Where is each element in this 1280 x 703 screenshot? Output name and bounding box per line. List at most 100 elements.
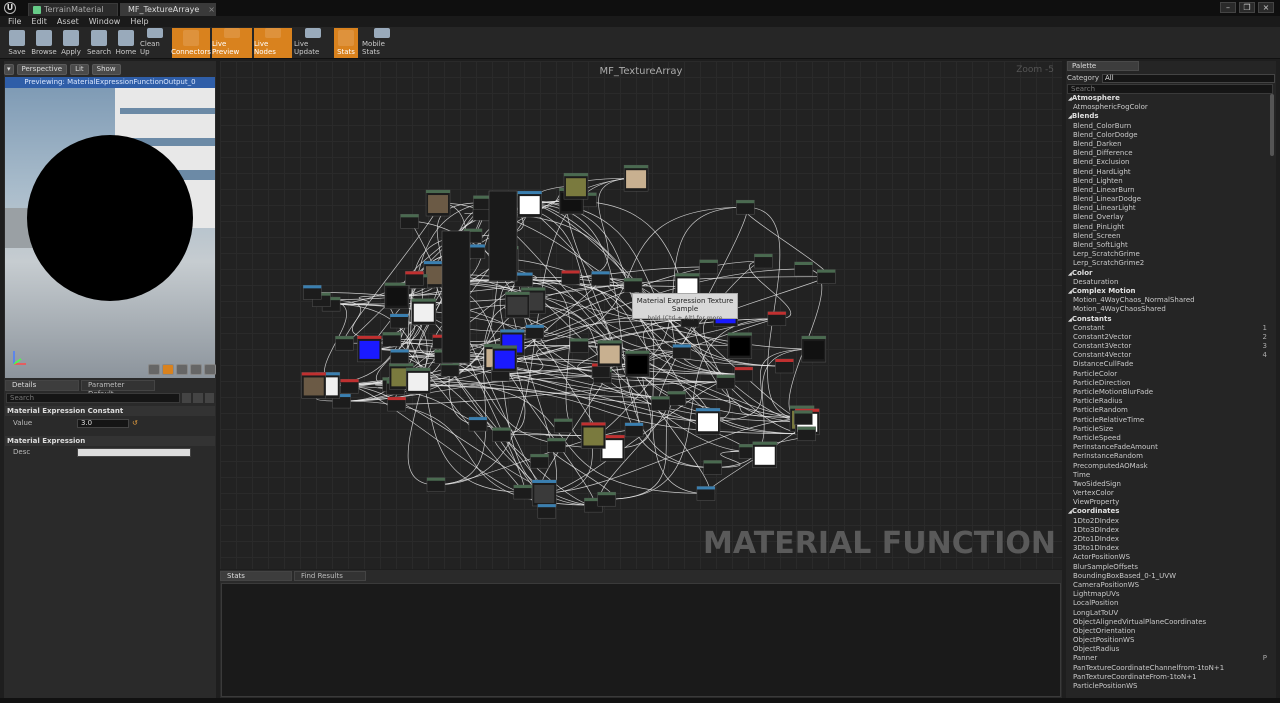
palette-item[interactable]: 1Dto2DIndex — [1067, 517, 1271, 526]
plane-icon[interactable] — [176, 364, 188, 375]
material-node[interactable] — [752, 441, 778, 469]
palette-item[interactable]: BoundingBoxBased_0-1_UVW — [1067, 572, 1271, 581]
material-node[interactable] — [696, 486, 716, 501]
material-node[interactable] — [301, 372, 326, 399]
palette-item[interactable]: Blend_Difference — [1067, 149, 1271, 158]
search-button[interactable]: Search — [86, 28, 112, 58]
palette-scrollbar[interactable] — [1270, 94, 1274, 156]
palette-item[interactable]: PanTextureCoordinateChannelfrom-1toN+1 — [1067, 664, 1271, 673]
home-button[interactable]: Home — [114, 28, 138, 58]
close-button[interactable]: × — [1258, 2, 1274, 13]
menu-edit[interactable]: Edit — [31, 16, 47, 27]
palette-category[interactable]: ◢Blends — [1067, 112, 1271, 121]
palette-item[interactable]: Blend_Exclusion — [1067, 158, 1271, 167]
tab-find-results[interactable]: Find Results — [294, 571, 366, 581]
browse-button[interactable]: Browse — [31, 28, 57, 58]
material-node[interactable] — [561, 270, 580, 285]
material-node[interactable] — [553, 418, 573, 434]
tab-parameter-defaults[interactable]: Parameter Default — [81, 380, 155, 398]
material-node[interactable] — [335, 335, 354, 351]
eye-icon[interactable] — [204, 393, 214, 403]
material-node[interactable] — [411, 298, 437, 325]
live-update-button[interactable]: Live Update — [294, 28, 332, 58]
palette-item[interactable]: ViewProperty — [1067, 498, 1271, 507]
palette-item[interactable]: Blend_Screen — [1067, 232, 1271, 241]
material-node[interactable] — [537, 503, 557, 519]
palette-item[interactable]: ObjectPositionWS — [1067, 636, 1271, 645]
palette-item[interactable]: PerInstanceFadeAmount — [1067, 443, 1271, 452]
palette-item[interactable]: Blend_Darken — [1067, 140, 1271, 149]
palette-item[interactable]: ParticleSize — [1067, 425, 1271, 434]
palette-category[interactable]: ◢Color — [1067, 269, 1271, 278]
material-node[interactable] — [468, 416, 488, 432]
connectors-button[interactable]: Connectors — [171, 28, 211, 58]
palette-item[interactable]: Blend_SoftLight — [1067, 241, 1271, 250]
palette-item[interactable]: Constant 1 — [1067, 324, 1271, 333]
palette-item[interactable]: LightmapUVs — [1067, 590, 1271, 599]
material-node[interactable] — [797, 426, 816, 442]
material-node[interactable] — [390, 349, 409, 364]
palette-category[interactable]: ◢Constants — [1067, 315, 1271, 324]
cylinder-icon[interactable] — [148, 364, 160, 375]
material-node[interactable] — [667, 391, 686, 406]
material-node[interactable] — [727, 332, 753, 359]
material-node[interactable] — [387, 396, 406, 412]
material-node[interactable] — [525, 324, 545, 340]
material-node[interactable] — [801, 335, 827, 363]
sphere-icon[interactable] — [162, 364, 174, 375]
material-node[interactable] — [532, 479, 557, 507]
palette-item[interactable]: Constant3Vector 3 — [1067, 342, 1271, 351]
close-tab-icon[interactable]: × — [208, 4, 215, 16]
palette-item[interactable]: Blend_ColorDodge — [1067, 131, 1271, 140]
palette-item[interactable]: ParticleRelativeTime — [1067, 416, 1271, 425]
material-node[interactable] — [441, 230, 471, 364]
palette-item[interactable]: Lerp_ScratchGrime2 — [1067, 259, 1271, 268]
material-node[interactable] — [340, 378, 359, 394]
stats-button[interactable]: Stats — [334, 28, 358, 58]
palette-item[interactable]: ParticleDirection — [1067, 379, 1271, 388]
palette-item[interactable]: Panner P — [1067, 654, 1271, 663]
tab-stats[interactable]: Stats — [220, 571, 292, 581]
material-node[interactable] — [767, 311, 787, 327]
material-node[interactable] — [425, 189, 451, 217]
palette-item[interactable]: Blend_Overlay — [1067, 213, 1271, 222]
material-node[interactable] — [699, 259, 718, 275]
palette-item[interactable]: PerInstanceRandom — [1067, 452, 1271, 461]
palette-item[interactable]: 1Dto3DIndex — [1067, 526, 1271, 535]
material-node[interactable] — [505, 291, 530, 319]
palette-item[interactable]: Constant4Vector 4 — [1067, 351, 1271, 360]
section-material-expression[interactable]: Material Expression — [5, 436, 215, 446]
category-dropdown[interactable]: All — [1101, 73, 1275, 83]
live-preview-button[interactable]: Live Preview — [212, 28, 252, 58]
material-node[interactable] — [513, 484, 533, 500]
material-node[interactable] — [303, 285, 322, 300]
palette-item[interactable]: CameraPositionWS — [1067, 581, 1271, 590]
palette-item[interactable]: Time — [1067, 471, 1271, 480]
material-node[interactable] — [473, 195, 492, 211]
apply-button[interactable]: Apply — [58, 28, 84, 58]
menu-asset[interactable]: Asset — [57, 16, 79, 27]
palette-item[interactable]: Blend_PinLight — [1067, 223, 1271, 232]
material-node[interactable] — [488, 190, 518, 282]
maximize-button[interactable]: ❐ — [1239, 2, 1255, 13]
mobile-stats-button[interactable]: Mobile Stats — [362, 28, 402, 58]
material-node[interactable] — [384, 282, 409, 309]
palette-item[interactable]: BlurSampleOffsets — [1067, 563, 1271, 572]
palette-item[interactable]: Blend_LinearDodge — [1067, 195, 1271, 204]
material-node[interactable] — [357, 335, 382, 363]
palette-item[interactable]: ObjectRadius — [1067, 645, 1271, 654]
palette-search-input[interactable]: Search — [1067, 84, 1273, 94]
material-node[interactable] — [530, 453, 549, 469]
material-node[interactable] — [695, 408, 721, 435]
palette-item[interactable]: PanTextureCoordinateFrom-1toN+1 — [1067, 673, 1271, 682]
palette-item[interactable]: Motion_4WayChaosShared — [1067, 305, 1271, 314]
tab-terrain-material[interactable]: TerrainMaterial — [28, 3, 118, 16]
palette-item[interactable]: LongLatToUV — [1067, 609, 1271, 618]
perspective-button[interactable]: Perspective — [16, 64, 68, 75]
palette-item[interactable]: VertexColor — [1067, 489, 1271, 498]
palette-item[interactable]: ParticlePositionWS — [1067, 682, 1271, 691]
search-icon[interactable] — [182, 393, 192, 403]
material-node[interactable] — [426, 477, 446, 493]
save-button[interactable]: Save — [4, 28, 30, 58]
material-node[interactable] — [716, 374, 736, 390]
